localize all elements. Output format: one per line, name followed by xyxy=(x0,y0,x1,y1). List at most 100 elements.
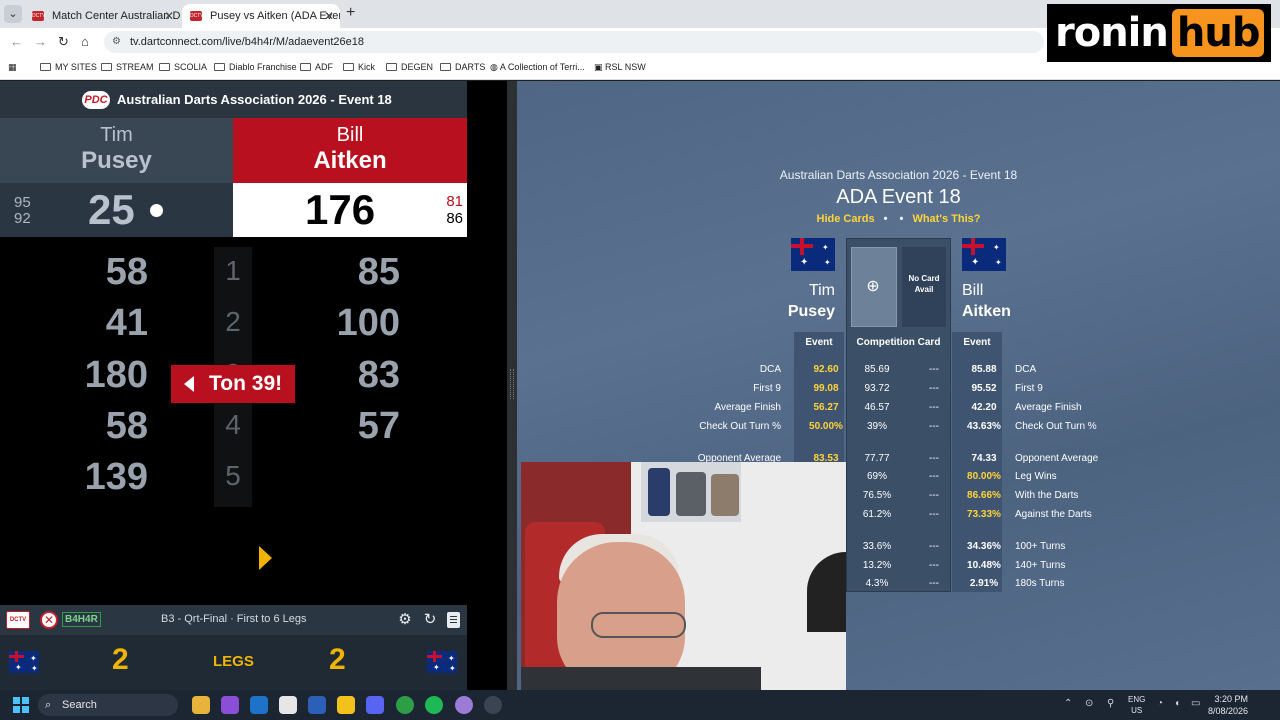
stat-right-event-value: 73.33% xyxy=(967,509,1001,520)
apps-grid-icon[interactable]: ▦ xyxy=(8,62,17,73)
gear-icon[interactable]: ⚙ xyxy=(396,611,414,629)
stat-card-value: 46.57 xyxy=(864,402,890,413)
right-round-score: 57 xyxy=(357,405,400,447)
player-right-score-box: 176 81 86 xyxy=(233,183,467,237)
browser-tab-pusey-aitken[interactable]: DCTV Pusey vs Aitken (ADA Event 18) ✕ xyxy=(182,4,340,28)
chrome-icon[interactable] xyxy=(396,696,414,714)
tab-label: Pusey vs Aitken (ADA Event 18) xyxy=(210,10,340,22)
round-row: 139 5 xyxy=(0,452,467,504)
windows-start-icon[interactable] xyxy=(13,697,29,713)
calculator-icon[interactable] xyxy=(279,696,297,714)
stat-label-right: Against the Darts xyxy=(1015,509,1092,520)
split-divider[interactable] xyxy=(467,81,517,690)
bookmark-rsl-nsw[interactable]: ▣ RSL NSW xyxy=(594,62,646,73)
tray-icon[interactable]: ⊙ xyxy=(1085,698,1093,709)
bookmark-darts[interactable]: DARTS xyxy=(440,62,485,72)
app-icon[interactable] xyxy=(455,696,473,714)
volume-icon[interactable]: ◖ xyxy=(1174,698,1180,709)
whats-this-link[interactable]: What's This? xyxy=(912,213,980,225)
scorecard-document-icon[interactable] xyxy=(447,612,460,628)
stat-right-event-value: 74.33 xyxy=(971,453,997,464)
back-arrow-icon[interactable]: ← xyxy=(10,34,23,49)
notes-icon[interactable] xyxy=(337,696,355,714)
bookmark-adf[interactable]: ADF xyxy=(300,62,333,72)
bookmark-collection[interactable]: ◍ A Collection of Terri... xyxy=(490,62,585,73)
bookmark-degen[interactable]: DEGEN xyxy=(386,62,433,72)
url-text: tv.dartconnect.com/live/b4h4r/M/adaevent… xyxy=(130,36,364,48)
folder-icon xyxy=(440,63,451,71)
round-number: 4 xyxy=(225,409,241,440)
stat-label-right: Check Out Turn % xyxy=(1015,421,1097,432)
folder-icon xyxy=(300,63,311,71)
spotify-icon[interactable] xyxy=(425,696,443,714)
word-icon[interactable] xyxy=(308,696,326,714)
close-icon[interactable]: ✕ xyxy=(164,4,174,28)
left-round-score: 41 xyxy=(105,302,148,344)
player-left-name: Tim Pusey xyxy=(0,118,233,183)
hide-cards-link[interactable]: Hide Cards xyxy=(817,213,875,225)
stat-right-event-value: 34.36% xyxy=(967,541,1001,552)
new-tab-button[interactable]: + xyxy=(346,4,355,22)
round-row: 58 4 57 xyxy=(0,401,467,453)
match-label: B3 - Qrt-Final · First to 6 Legs xyxy=(161,613,307,625)
tray-icon[interactable]: ⚲ xyxy=(1107,698,1114,709)
stat-card-value: 76.5% xyxy=(862,490,892,501)
legs-right-count: 2 xyxy=(329,643,346,676)
stat-card-value: 33.6% xyxy=(862,541,892,552)
bookmark-diablo-franchise[interactable]: Diablo Franchise xyxy=(214,62,297,72)
taskbar-clock[interactable]: 3:20 PM 8/08/2026 xyxy=(1208,693,1248,717)
left-round-score: 58 xyxy=(105,405,148,447)
close-icon[interactable]: ✕ xyxy=(324,4,334,28)
rsl-logo-icon: ▣ xyxy=(594,62,606,72)
forward-arrow-icon[interactable]: → xyxy=(34,34,47,49)
stats-links: Hide Cards • • What's This? xyxy=(816,213,981,225)
bookmark-scolia[interactable]: SCOLIA xyxy=(159,62,207,72)
stat-right-event-value: 85.88 xyxy=(971,364,997,375)
folder-icon xyxy=(214,63,225,71)
site-info-icon[interactable]: ⚙ xyxy=(112,31,121,53)
stat-left-event-value: 99.08 xyxy=(813,383,839,394)
reload-icon[interactable]: ↻ xyxy=(58,34,69,50)
obs-icon[interactable] xyxy=(484,696,502,714)
stat-card-value-2: --- xyxy=(929,578,939,589)
chevron-up-icon[interactable]: ⌃ xyxy=(1064,698,1072,709)
taskbar-search[interactable]: ⌕ Search xyxy=(38,694,178,716)
home-icon[interactable]: ⌂ xyxy=(81,34,89,49)
file-explorer-icon[interactable] xyxy=(192,696,210,714)
zoom-icon[interactable]: ⊕ xyxy=(864,278,882,296)
legs-label: LEGS xyxy=(213,653,254,670)
search-icon: ⌕ xyxy=(45,699,52,711)
outlook-icon[interactable] xyxy=(250,696,268,714)
caret-left-icon xyxy=(184,376,194,392)
player-right-averages: 81 86 xyxy=(446,193,463,227)
resize-handle[interactable] xyxy=(510,369,514,399)
stat-left-event-value: 92.60 xyxy=(813,364,839,375)
card-thumbnail[interactable]: ⊕ xyxy=(851,247,897,327)
url-input[interactable]: ⚙ tv.dartconnect.com/live/b4h4r/M/adaeve… xyxy=(104,31,1044,53)
windows-taskbar: ⌕ Search ⌃ ⊙ ⚲ ENG US ◔ ◖ ▭ 3:20 PM 8/08… xyxy=(0,690,1280,720)
browser-tab-match-center[interactable]: DCTV Match Center Australian Darts A ✕ xyxy=(24,4,180,28)
stat-card-value-2: --- xyxy=(929,383,939,394)
wifi-icon[interactable]: ◔ xyxy=(1157,698,1163,709)
language-indicator[interactable]: ENG US xyxy=(1128,694,1145,716)
discord-icon[interactable] xyxy=(366,696,384,714)
webcam-overlay xyxy=(521,462,846,705)
refresh-icon[interactable]: ↻ xyxy=(421,611,439,629)
tab-search-button[interactable]: ⌄ xyxy=(4,5,22,23)
battery-icon[interactable]: ▭ xyxy=(1191,698,1200,709)
round-row: 58 1 85 xyxy=(0,247,467,299)
stat-label-right: 180s Turns xyxy=(1015,578,1065,589)
throwing-indicator-icon xyxy=(150,204,163,217)
app-icon[interactable] xyxy=(221,696,239,714)
bookmark-kick[interactable]: Kick xyxy=(343,62,375,72)
player-left-averages: 95 92 xyxy=(14,194,31,227)
stat-label-right: 140+ Turns xyxy=(1015,560,1066,571)
close-circle-icon[interactable]: ✕ xyxy=(40,611,58,629)
bookmark-my-sites[interactable]: MY SITES xyxy=(40,62,97,72)
brand-part2: hub xyxy=(1171,9,1265,57)
bookmark-stream[interactable]: STREAM xyxy=(101,62,154,72)
round-number: 1 xyxy=(225,255,241,286)
stat-card-value: 13.2% xyxy=(862,560,892,571)
stat-card-value-2: --- xyxy=(929,560,939,571)
left-round-score: 139 xyxy=(84,456,148,498)
